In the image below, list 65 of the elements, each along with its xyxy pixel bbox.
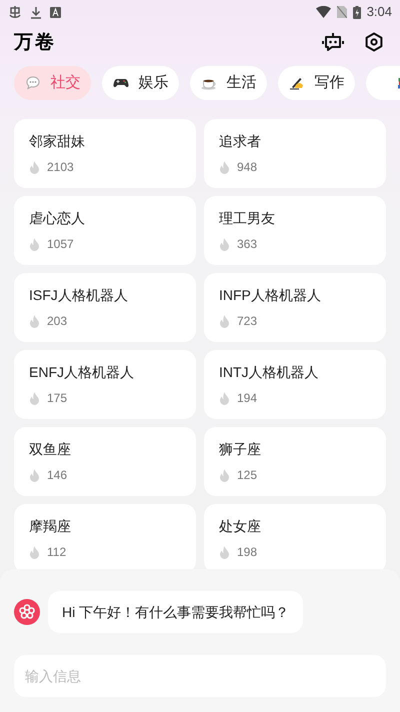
flame-icon <box>29 468 40 482</box>
character-name: 邻家甜妹 <box>29 132 86 150</box>
status-time: 3:04 <box>366 3 392 22</box>
flame-icon <box>219 238 230 250</box>
character-name: 摩羯座 <box>29 517 72 535</box>
flame-icon <box>29 160 40 174</box>
flame-icon <box>29 392 40 404</box>
message-input[interactable]: 输入信息 <box>14 655 386 697</box>
popularity-count: 2103 <box>47 159 74 176</box>
popularity-count: 194 <box>237 390 258 407</box>
popularity-count: 363 <box>237 236 258 253</box>
chat-message: Hi 下午好！有什么事需要我帮忙吗？ <box>48 591 304 633</box>
category-tab[interactable]: 娱乐 <box>102 66 179 100</box>
flame-icon <box>219 546 230 558</box>
category-tab[interactable]: 写作 <box>278 66 355 100</box>
app-title: 万卷 <box>14 30 56 55</box>
flame-icon <box>219 160 230 174</box>
character-name: 双鱼座 <box>29 440 72 458</box>
popularity-count: 1057 <box>47 236 74 253</box>
character-card[interactable]: INFP人格机器人 723 <box>204 273 386 342</box>
speech-bubble-icon <box>24 75 40 91</box>
character-name: 处女座 <box>219 517 262 535</box>
battery-icon <box>352 6 361 18</box>
character-card[interactable]: 追求者 948 <box>204 119 386 188</box>
character-name: 虐心恋人 <box>29 209 86 227</box>
flame-icon <box>219 392 230 404</box>
category-tab[interactable]: 生活 <box>190 66 267 100</box>
flame-icon <box>29 546 40 558</box>
character-card[interactable]: 邻家甜妹 2103 <box>14 119 196 188</box>
popularity-count: 723 <box>237 313 258 330</box>
writing-hand-icon <box>288 75 304 91</box>
popularity-count: 948 <box>237 159 258 176</box>
character-card[interactable]: ENFJ人格机器人 175 <box>14 350 196 419</box>
keyboard-badge-icon <box>50 6 61 18</box>
popularity-count: 112 <box>47 544 66 561</box>
character-card[interactable]: 双鱼座 146 <box>14 427 196 496</box>
settings-icon[interactable] <box>364 32 384 52</box>
character-name: 追求者 <box>219 132 262 150</box>
assistant-avatar-icon <box>14 599 40 625</box>
robot-icon[interactable] <box>322 31 344 53</box>
flame-icon <box>219 314 230 328</box>
character-card[interactable]: 狮子座 125 <box>204 427 386 496</box>
character-card[interactable]: 虐心恋人 1057 <box>14 196 196 265</box>
character-name: ENFJ人格机器人 <box>29 363 135 381</box>
character-name: ISFJ人格机器人 <box>29 286 129 304</box>
popularity-count: 146 <box>47 467 68 484</box>
character-card[interactable]: 处女座 198 <box>204 504 386 569</box>
character-name: INTJ人格机器人 <box>219 363 320 381</box>
download-icon <box>30 6 42 18</box>
character-name: 狮子座 <box>219 440 262 458</box>
character-card[interactable]: 理工男友 363 <box>204 196 386 265</box>
character-name: INFP人格机器人 <box>219 286 322 304</box>
character-card[interactable]: ISFJ人格机器人 203 <box>14 273 196 342</box>
popularity-count: 175 <box>47 390 68 407</box>
character-name: 理工男友 <box>219 209 276 227</box>
popularity-count: 125 <box>237 467 258 484</box>
popularity-count: 198 <box>237 544 258 561</box>
popularity-count: 203 <box>47 313 68 330</box>
flame-icon <box>29 314 40 328</box>
flame-icon <box>29 238 40 250</box>
character-card[interactable]: 摩羯座 112 <box>14 504 196 569</box>
character-card[interactable]: INTJ人格机器人 194 <box>204 350 386 419</box>
wifi-icon <box>316 6 331 18</box>
no-sim-icon <box>336 6 347 18</box>
flame-icon <box>219 468 230 482</box>
